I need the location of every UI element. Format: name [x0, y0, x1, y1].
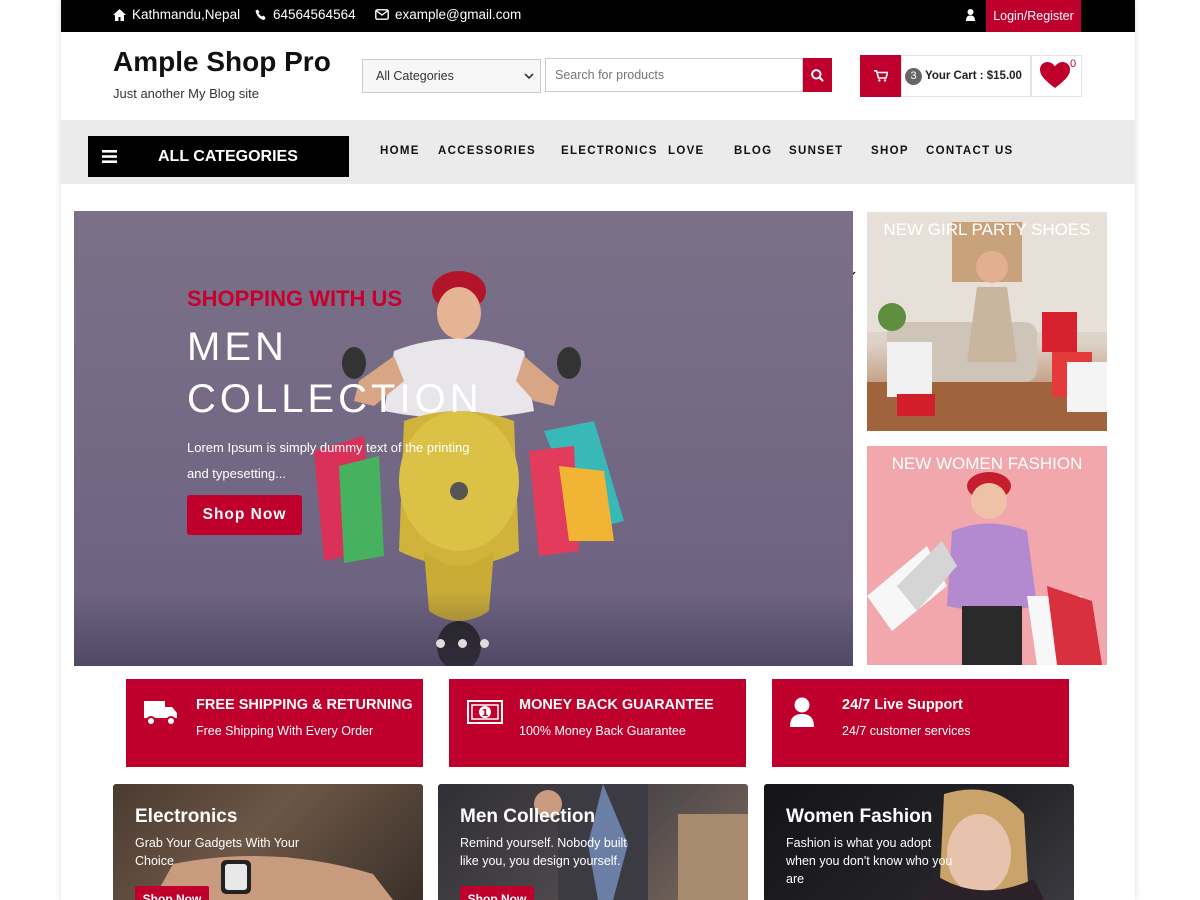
slider-dot[interactable]	[436, 639, 445, 648]
card-desc: Remind yourself. Nobody built like you, …	[460, 836, 627, 868]
phone-text: 64564564564	[273, 7, 356, 22]
nav-item-electronics[interactable]: ELECTRONICS	[561, 145, 658, 157]
hero-floor-shade	[74, 591, 853, 666]
hero-title-line2: COLLECTION	[187, 377, 483, 421]
envelope-icon	[375, 9, 389, 20]
card-title: Men Collection	[460, 806, 596, 827]
hamburger-menu-icon	[102, 150, 117, 163]
chevron-down-icon	[524, 73, 534, 80]
phone-info: 64564564564	[255, 7, 356, 22]
nav-item-contact-us[interactable]: CONTACT US	[926, 145, 1014, 157]
home-icon	[113, 8, 126, 21]
site-title[interactable]: Ample Shop Pro	[113, 46, 331, 78]
hero-description: Lorem Ipsum is simply dummy text of the …	[187, 440, 470, 481]
feature-title: MONEY BACK GUARANTEE	[519, 697, 714, 713]
card-desc: Grab Your Gadgets With Your Choice	[135, 836, 299, 868]
money-icon: 1	[467, 700, 503, 724]
nav-item-sunset[interactable]: SUNSET	[789, 145, 843, 157]
banner-party-shoes-image	[867, 212, 1107, 431]
banner-label: NEW WOMEN FASHION	[891, 454, 1083, 473]
feature-money-back: 1 MONEY BACK GUARANTEE 100% Money Back G…	[449, 679, 746, 767]
feature-title: FREE SHIPPING & RETURNING	[196, 697, 413, 713]
nav-item-blog[interactable]: BLOG	[734, 145, 772, 157]
card-women-fashion[interactable]: Women Fashion Fashion is what you adopt …	[764, 784, 1074, 900]
card-title: Electronics	[135, 806, 238, 827]
cart-button[interactable]	[860, 55, 901, 97]
nav-item-accessories[interactable]: ACCESSORIES	[438, 145, 536, 157]
location-info: Kathmandu,Nepal	[113, 7, 240, 22]
truck-icon	[144, 701, 177, 726]
top-bar: Kathmandu,Nepal 64564564564 example@gmai…	[61, 0, 1135, 32]
side-banner-party-shoes[interactable]: NEW GIRL PARTY SHOES	[867, 212, 1107, 431]
card-shop-now-button[interactable]: Shop Now	[135, 886, 209, 900]
login-register-button[interactable]: Login/Register	[986, 0, 1081, 32]
nav-item-home[interactable]: HOME	[380, 145, 420, 157]
card-men-collection[interactable]: Men Collection Remind yourself. Nobody b…	[438, 784, 748, 900]
slider-dot[interactable]	[458, 639, 467, 648]
hero-shop-now-button[interactable]: Shop Now	[187, 495, 302, 535]
category-select[interactable]: All Categories	[362, 59, 541, 93]
feature-desc: 100% Money Back Guarantee	[519, 724, 686, 738]
user-icon	[790, 697, 814, 727]
feature-desc: Free Shipping With Every Order	[196, 724, 374, 738]
hero-slider[interactable]: SHOPPING WITH US MEN COLLECTION Lorem Ip…	[74, 211, 853, 666]
search-icon	[811, 68, 824, 82]
card-electronics[interactable]: Electronics Grab Your Gadgets With Your …	[113, 784, 423, 900]
card-shop-now-button[interactable]: Shop Now	[460, 886, 534, 900]
shopping-cart-icon	[873, 70, 888, 82]
hero-subtitle: SHOPPING WITH US	[187, 286, 403, 311]
category-select-value: All Categories	[376, 69, 454, 83]
nav-item-love[interactable]: LOVE	[668, 145, 705, 157]
heart-icon	[1040, 62, 1070, 88]
location-text: Kathmandu,Nepal	[132, 7, 241, 22]
card-desc: Fashion is what you adopt when you don't…	[786, 836, 953, 886]
card-title: Women Fashion	[786, 806, 933, 827]
nav-item-label: ACCESSORIES	[438, 145, 537, 157]
cart-count-badge: 3	[905, 67, 922, 85]
all-categories-button[interactable]: ALL CATEGORIES	[88, 136, 349, 177]
hero-title-line1: MEN	[187, 325, 288, 369]
main-navigation: ALL CATEGORIES HOME ACCESSORIES ELECTRON…	[61, 120, 1135, 276]
wishlist-count: 0	[1070, 58, 1077, 70]
search-input[interactable]	[545, 58, 803, 92]
feature-title: 24/7 Live Support	[842, 697, 963, 713]
email-text[interactable]: example@gmail.com	[395, 7, 521, 22]
banner-label: NEW GIRL PARTY SHOES	[883, 220, 1091, 239]
page: Kathmandu,Nepal 64564564564 example@gmai…	[61, 0, 1135, 900]
site-tagline: Just another My Blog site	[113, 86, 259, 101]
slider-pagination	[436, 639, 489, 648]
phone-icon	[255, 9, 266, 20]
feature-free-shipping: FREE SHIPPING & RETURNING Free Shipping …	[126, 679, 423, 767]
email-info: example@gmail.com	[375, 7, 521, 22]
nav-item-shop[interactable]: SHOP	[871, 145, 909, 157]
cart-total-text: Your Cart : $15.00	[925, 70, 1022, 82]
cart-summary[interactable]: 3 Your Cart : $15.00	[901, 55, 1031, 97]
side-banner-women-fashion[interactable]: NEW WOMEN FASHION	[867, 446, 1107, 665]
slider-dot[interactable]	[480, 639, 489, 648]
banner-women-fashion-image	[867, 472, 1102, 665]
all-categories-label: ALL CATEGORIES	[158, 147, 298, 165]
user-icon	[966, 9, 975, 21]
svg-text:1: 1	[482, 708, 489, 719]
wishlist-button[interactable]: 0	[1031, 55, 1082, 97]
feature-live-support: 24/7 Live Support 24/7 customer services	[772, 679, 1069, 767]
search-button[interactable]	[803, 58, 832, 92]
feature-desc: 24/7 customer services	[842, 724, 971, 738]
